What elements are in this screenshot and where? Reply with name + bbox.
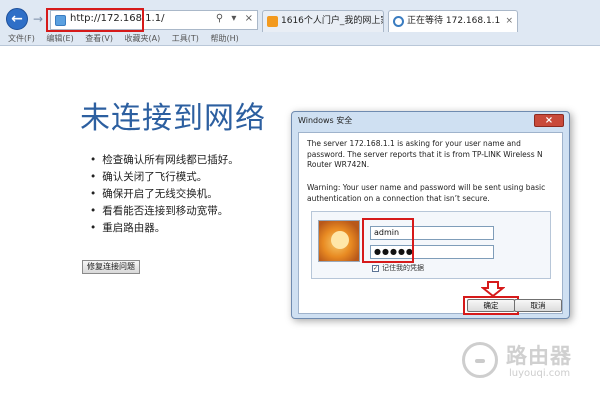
watermark-url: luyouqi.com [509,368,571,379]
list-item: 看看能否连接到移动宽带。 [90,203,239,220]
menu-view[interactable]: 查看(V) [85,34,113,43]
forward-button[interactable]: → [31,12,45,26]
search-icon[interactable]: ⚲ [216,13,223,24]
remember-label: 记住我的凭据 [382,264,424,272]
address-highlight-box [46,8,144,32]
dropdown-icon[interactable]: ▾ [231,13,236,24]
tab-portal-label: 1616个人门户_我的网上家园 [281,16,383,26]
close-tab-icon[interactable]: × [505,11,513,31]
watermark-name: 路由器 [506,344,572,368]
browser-chrome: ← → http://172.168.1.1/ ⚲ ▾ × 1616个人门户_我… [0,0,600,46]
menu-help[interactable]: 帮助(H) [210,34,238,43]
stop-icon[interactable]: × [245,13,253,24]
tab-router-label: 正在等待 172.168.1.1 [407,16,501,26]
menu-edit[interactable]: 编辑(E) [46,34,73,43]
list-item: 确保开启了无线交换机。 [90,186,239,203]
menu-favorites[interactable]: 收藏夹(A) [125,34,161,43]
fix-connection-button[interactable]: 修复连接问题 [82,260,140,274]
tab-portal[interactable]: 1616个人门户_我的网上家园 [262,10,384,32]
menu-bar: 文件(F) 编辑(E) 查看(V) 收藏夹(A) 工具(T) 帮助(H) [0,32,600,46]
loading-icon [393,16,404,27]
tips-list: 检查确认所有网线都已插好。 确认关闭了飞行模式。 确保开启了无线交换机。 看看能… [90,152,239,237]
page-title: 未连接到网络 [80,101,266,136]
login-dialog: Windows 安全 × The server 172.168.1.1 is a… [291,111,570,319]
menu-file[interactable]: 文件(F) [8,34,35,43]
dialog-close-button[interactable]: × [534,114,564,127]
portal-site-icon [267,16,278,27]
credential-highlight-box [362,218,414,263]
remember-credentials[interactable]: ✓ 记住我的凭据 [372,263,424,273]
flower-icon [331,231,349,249]
back-button[interactable]: ← [6,8,28,30]
list-item: 重启路由器。 [90,220,239,237]
cancel-button[interactable]: 取消 [514,299,562,312]
down-arrow-icon [481,281,505,297]
ok-highlight-box [463,296,519,315]
list-item: 确认关闭了飞行模式。 [90,169,239,186]
menu-tools[interactable]: 工具(T) [172,34,199,43]
router-logo-icon [462,342,498,378]
user-avatar [318,220,360,262]
checkbox-icon[interactable]: ✓ [372,264,379,272]
tab-router[interactable]: 正在等待 172.168.1.1 × [388,10,518,32]
dialog-body: The server 172.168.1.1 is asking for you… [298,132,563,315]
address-actions: ⚲ ▾ × [211,13,253,24]
list-item: 检查确认所有网线都已插好。 [90,152,239,169]
credential-tile: admin ●●●●● ✓ 记住我的凭据 [311,211,551,279]
dialog-title: Windows 安全 [298,116,353,125]
watermark: 路由器 luyouqi.com [462,338,592,386]
dialog-message: The server 172.168.1.1 is asking for you… [307,139,543,169]
dialog-warning: Warning: Your user name and password wil… [307,183,546,203]
